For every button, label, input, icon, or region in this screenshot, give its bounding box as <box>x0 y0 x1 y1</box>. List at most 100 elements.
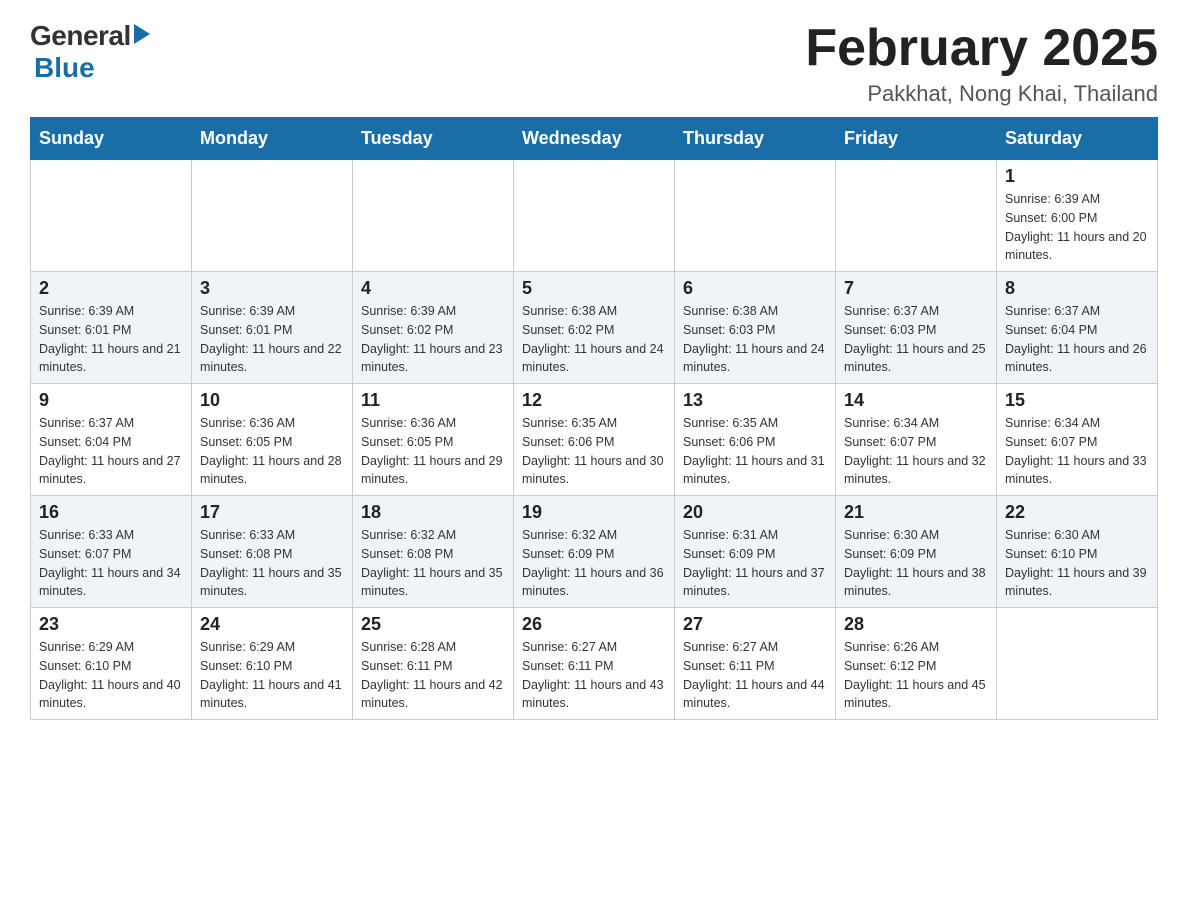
day-number: 22 <box>1005 502 1149 523</box>
day-info: Sunrise: 6:39 AMSunset: 6:01 PMDaylight:… <box>200 302 344 377</box>
day-info: Sunrise: 6:32 AMSunset: 6:08 PMDaylight:… <box>361 526 505 601</box>
day-number: 13 <box>683 390 827 411</box>
day-info: Sunrise: 6:30 AMSunset: 6:10 PMDaylight:… <box>1005 526 1149 601</box>
calendar-cell <box>675 160 836 272</box>
calendar-cell: 9 Sunrise: 6:37 AMSunset: 6:04 PMDaylight… <box>31 384 192 496</box>
day-info: Sunrise: 6:36 AMSunset: 6:05 PMDaylight:… <box>361 414 505 489</box>
day-info: Sunrise: 6:33 AMSunset: 6:08 PMDaylight:… <box>200 526 344 601</box>
day-number: 19 <box>522 502 666 523</box>
day-number: 3 <box>200 278 344 299</box>
calendar-cell: 11 Sunrise: 6:36 AMSunset: 6:05 PMDayligh… <box>353 384 514 496</box>
day-number: 23 <box>39 614 183 635</box>
day-number: 2 <box>39 278 183 299</box>
day-number: 14 <box>844 390 988 411</box>
month-title: February 2025 <box>805 20 1158 77</box>
day-info: Sunrise: 6:30 AMSunset: 6:09 PMDaylight:… <box>844 526 988 601</box>
day-number: 18 <box>361 502 505 523</box>
calendar-cell: 2 Sunrise: 6:39 AMSunset: 6:01 PMDaylight… <box>31 272 192 384</box>
calendar-cell: 1Sunrise: 6:39 AMSunset: 6:00 PMDaylight… <box>997 160 1158 272</box>
calendar-cell <box>514 160 675 272</box>
column-header-friday: Friday <box>836 118 997 160</box>
day-number: 6 <box>683 278 827 299</box>
calendar-cell: 27 Sunrise: 6:27 AMSunset: 6:11 PMDayligh… <box>675 608 836 720</box>
day-info: Sunrise: 6:38 AMSunset: 6:02 PMDaylight:… <box>522 302 666 377</box>
calendar-cell: 15 Sunrise: 6:34 AMSunset: 6:07 PMDayligh… <box>997 384 1158 496</box>
logo-general-text: General <box>30 20 131 52</box>
day-number: 27 <box>683 614 827 635</box>
calendar-cell: 13 Sunrise: 6:35 AMSunset: 6:06 PMDayligh… <box>675 384 836 496</box>
calendar-cell: 24Sunrise: 6:29 AMSunset: 6:10 PMDayligh… <box>192 608 353 720</box>
calendar-cell: 17 Sunrise: 6:33 AMSunset: 6:08 PMDayligh… <box>192 496 353 608</box>
calendar-cell: 6 Sunrise: 6:38 AMSunset: 6:03 PMDaylight… <box>675 272 836 384</box>
calendar-cell: 28 Sunrise: 6:26 AMSunset: 6:12 PMDayligh… <box>836 608 997 720</box>
page-header: General Blue February 2025 Pakkhat, Nong… <box>30 20 1158 107</box>
calendar-cell: 21 Sunrise: 6:30 AMSunset: 6:09 PMDayligh… <box>836 496 997 608</box>
day-number: 20 <box>683 502 827 523</box>
column-header-saturday: Saturday <box>997 118 1158 160</box>
title-area: February 2025 Pakkhat, Nong Khai, Thaila… <box>805 20 1158 107</box>
calendar-cell: 22 Sunrise: 6:30 AMSunset: 6:10 PMDayligh… <box>997 496 1158 608</box>
day-info: Sunrise: 6:37 AMSunset: 6:04 PMDaylight:… <box>39 414 183 489</box>
calendar-cell: 26 Sunrise: 6:27 AMSunset: 6:11 PMDayligh… <box>514 608 675 720</box>
day-info: Sunrise: 6:31 AMSunset: 6:09 PMDaylight:… <box>683 526 827 601</box>
calendar-cell: 16 Sunrise: 6:33 AMSunset: 6:07 PMDayligh… <box>31 496 192 608</box>
calendar-cell: 25Sunrise: 6:28 AMSunset: 6:11 PMDayligh… <box>353 608 514 720</box>
calendar-cell: 23 Sunrise: 6:29 AMSunset: 6:10 PMDayligh… <box>31 608 192 720</box>
calendar-cell: 18 Sunrise: 6:32 AMSunset: 6:08 PMDayligh… <box>353 496 514 608</box>
day-info: Sunrise: 6:35 AMSunset: 6:06 PMDaylight:… <box>522 414 666 489</box>
logo-arrow-icon <box>134 24 150 44</box>
day-info: Sunrise: 6:26 AMSunset: 6:12 PMDaylight:… <box>844 638 988 713</box>
logo: General Blue <box>30 20 150 84</box>
calendar-cell: 19Sunrise: 6:32 AMSunset: 6:09 PMDayligh… <box>514 496 675 608</box>
calendar-cell <box>836 160 997 272</box>
logo-blue-text: Blue <box>34 52 95 83</box>
day-info: Sunrise: 6:33 AMSunset: 6:07 PMDaylight:… <box>39 526 183 601</box>
day-info: Sunrise: 6:36 AMSunset: 6:05 PMDaylight:… <box>200 414 344 489</box>
day-info: Sunrise: 6:34 AMSunset: 6:07 PMDaylight:… <box>1005 414 1149 489</box>
day-number: 25 <box>361 614 505 635</box>
calendar-cell: 12Sunrise: 6:35 AMSunset: 6:06 PMDayligh… <box>514 384 675 496</box>
day-number: 24 <box>200 614 344 635</box>
calendar-cell: 3 Sunrise: 6:39 AMSunset: 6:01 PMDaylight… <box>192 272 353 384</box>
calendar-header-row: SundayMondayTuesdayWednesdayThursdayFrid… <box>31 118 1158 160</box>
day-number: 21 <box>844 502 988 523</box>
day-number: 26 <box>522 614 666 635</box>
calendar-week-row: 16 Sunrise: 6:33 AMSunset: 6:07 PMDayligh… <box>31 496 1158 608</box>
calendar-week-row: 2 Sunrise: 6:39 AMSunset: 6:01 PMDaylight… <box>31 272 1158 384</box>
day-number: 17 <box>200 502 344 523</box>
day-info: Sunrise: 6:29 AMSunset: 6:10 PMDaylight:… <box>39 638 183 713</box>
day-info: Sunrise: 6:27 AMSunset: 6:11 PMDaylight:… <box>683 638 827 713</box>
day-number: 4 <box>361 278 505 299</box>
calendar-week-row: 9 Sunrise: 6:37 AMSunset: 6:04 PMDaylight… <box>31 384 1158 496</box>
day-info: Sunrise: 6:37 AMSunset: 6:03 PMDaylight:… <box>844 302 988 377</box>
column-header-monday: Monday <box>192 118 353 160</box>
calendar-cell: 20 Sunrise: 6:31 AMSunset: 6:09 PMDayligh… <box>675 496 836 608</box>
day-info: Sunrise: 6:35 AMSunset: 6:06 PMDaylight:… <box>683 414 827 489</box>
day-info: Sunrise: 6:37 AMSunset: 6:04 PMDaylight:… <box>1005 302 1149 377</box>
day-info: Sunrise: 6:27 AMSunset: 6:11 PMDaylight:… <box>522 638 666 713</box>
calendar-week-row: 1Sunrise: 6:39 AMSunset: 6:00 PMDaylight… <box>31 160 1158 272</box>
calendar-cell: 10Sunrise: 6:36 AMSunset: 6:05 PMDayligh… <box>192 384 353 496</box>
day-info: Sunrise: 6:34 AMSunset: 6:07 PMDaylight:… <box>844 414 988 489</box>
day-number: 1 <box>1005 166 1149 187</box>
day-number: 16 <box>39 502 183 523</box>
day-number: 7 <box>844 278 988 299</box>
calendar-week-row: 23 Sunrise: 6:29 AMSunset: 6:10 PMDayligh… <box>31 608 1158 720</box>
day-info: Sunrise: 6:39 AMSunset: 6:01 PMDaylight:… <box>39 302 183 377</box>
calendar-cell: 4 Sunrise: 6:39 AMSunset: 6:02 PMDaylight… <box>353 272 514 384</box>
calendar-cell: 8Sunrise: 6:37 AMSunset: 6:04 PMDaylight… <box>997 272 1158 384</box>
calendar-cell: 5Sunrise: 6:38 AMSunset: 6:02 PMDaylight… <box>514 272 675 384</box>
day-number: 15 <box>1005 390 1149 411</box>
calendar-cell <box>997 608 1158 720</box>
day-number: 9 <box>39 390 183 411</box>
day-info: Sunrise: 6:38 AMSunset: 6:03 PMDaylight:… <box>683 302 827 377</box>
calendar-table: SundayMondayTuesdayWednesdayThursdayFrid… <box>30 117 1158 720</box>
column-header-tuesday: Tuesday <box>353 118 514 160</box>
column-header-sunday: Sunday <box>31 118 192 160</box>
column-header-wednesday: Wednesday <box>514 118 675 160</box>
day-number: 11 <box>361 390 505 411</box>
day-number: 28 <box>844 614 988 635</box>
location: Pakkhat, Nong Khai, Thailand <box>805 81 1158 107</box>
calendar-cell <box>31 160 192 272</box>
day-info: Sunrise: 6:39 AMSunset: 6:02 PMDaylight:… <box>361 302 505 377</box>
